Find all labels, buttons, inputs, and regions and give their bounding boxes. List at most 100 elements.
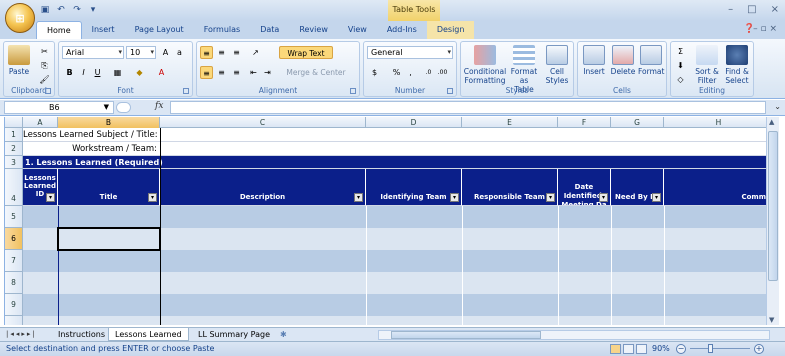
- column-header-e[interactable]: E: [462, 117, 558, 128]
- fill-color-icon[interactable]: ◆: [133, 66, 146, 79]
- zoom-in-icon[interactable]: +: [754, 344, 764, 354]
- zoom-slider-thumb[interactable]: [708, 344, 713, 353]
- find-select-button[interactable]: Find & Select: [723, 45, 751, 85]
- filter-dropdown-icon[interactable]: ▾: [652, 193, 661, 202]
- underline-icon[interactable]: U: [91, 66, 104, 79]
- align-left-icon[interactable]: ≡: [200, 66, 213, 79]
- sheet-tab-instructions[interactable]: Instructions: [52, 328, 111, 341]
- comma-button[interactable]: ,: [404, 66, 417, 79]
- tab-data[interactable]: Data: [250, 21, 289, 39]
- vertical-scroll-thumb[interactable]: [768, 131, 778, 281]
- row-header[interactable]: 5: [5, 206, 23, 228]
- tab-page-layout[interactable]: Page Layout: [125, 21, 194, 39]
- header-date-identified[interactable]: Date Identified/ Meeting Da ▾: [558, 169, 611, 206]
- row-header[interactable]: [5, 316, 23, 325]
- horizontal-scroll-thumb[interactable]: [391, 331, 541, 339]
- delete-cells-button[interactable]: Delete: [610, 45, 636, 76]
- grow-font-icon[interactable]: A: [159, 46, 172, 59]
- close-button[interactable]: ×: [771, 4, 779, 15]
- row-header[interactable]: 1: [5, 128, 23, 142]
- conditional-formatting-button[interactable]: Conditional Formatting: [463, 45, 507, 85]
- filter-dropdown-icon[interactable]: ▾: [46, 193, 55, 202]
- fill-icon[interactable]: ⬇: [674, 59, 687, 72]
- tab-design[interactable]: Design: [426, 21, 475, 39]
- zoom-out-icon[interactable]: −: [676, 344, 686, 354]
- column-header-b[interactable]: B: [58, 117, 160, 128]
- column-header-g[interactable]: G: [611, 117, 664, 128]
- increase-decimal-icon[interactable]: .0: [422, 66, 435, 79]
- font-size-combo[interactable]: 10 ▾: [126, 46, 156, 59]
- column-header-h[interactable]: H: [664, 117, 766, 128]
- formula-input[interactable]: [170, 101, 766, 114]
- merge-center-button[interactable]: Merge & Center: [279, 66, 353, 79]
- minimize-button[interactable]: –: [728, 4, 733, 15]
- header-identifying-team[interactable]: Identifying Team ▾: [366, 169, 462, 206]
- align-middle-icon[interactable]: ≡: [215, 46, 228, 59]
- row-header[interactable]: 2: [5, 142, 23, 156]
- tab-review[interactable]: Review: [289, 21, 338, 39]
- subject-label[interactable]: Lessons Learned Subject / Title:: [23, 128, 160, 142]
- cell-styles-button[interactable]: Cell Styles: [543, 45, 571, 85]
- column-header-d[interactable]: D: [366, 117, 462, 128]
- workstream-label[interactable]: Workstream / Team:: [23, 142, 160, 156]
- section-title[interactable]: 1. Lessons Learned (Required): [23, 156, 766, 169]
- borders-icon[interactable]: ▦: [111, 66, 124, 79]
- header-description[interactable]: Description ▾: [160, 169, 366, 206]
- maximize-button[interactable]: □: [747, 4, 756, 15]
- format-cells-button[interactable]: Format: [638, 45, 664, 76]
- header-comments[interactable]: Comm: [664, 169, 766, 206]
- align-center-icon[interactable]: ≡: [215, 66, 228, 79]
- increase-indent-icon[interactable]: ⇥: [261, 66, 274, 79]
- select-all-corner[interactable]: [5, 117, 23, 128]
- align-right-icon[interactable]: ≡: [230, 66, 243, 79]
- percent-button[interactable]: %: [390, 66, 403, 79]
- zoom-slider[interactable]: [690, 348, 750, 349]
- filter-dropdown-icon[interactable]: ▾: [546, 193, 555, 202]
- copy-icon[interactable]: ⎘: [38, 59, 51, 72]
- column-header-c[interactable]: C: [160, 117, 366, 128]
- header-need-by-date[interactable]: Need By Da ▾: [611, 169, 664, 206]
- filter-dropdown-icon[interactable]: ▾: [148, 193, 157, 202]
- align-bottom-icon[interactable]: ≡: [230, 46, 243, 59]
- autosum-icon[interactable]: Σ: [674, 45, 687, 58]
- scroll-up-icon[interactable]: ▲: [769, 118, 774, 126]
- vertical-scrollbar[interactable]: ▲ ▼: [766, 117, 779, 325]
- tab-formulas[interactable]: Formulas: [194, 21, 251, 39]
- save-icon[interactable]: ▣: [39, 5, 51, 16]
- align-top-icon[interactable]: ≡: [200, 46, 213, 59]
- page-layout-view-icon[interactable]: [623, 344, 634, 354]
- wrap-text-button[interactable]: Wrap Text: [279, 46, 333, 59]
- insert-cells-button[interactable]: Insert: [581, 45, 607, 76]
- name-box[interactable]: B6 ▼: [4, 101, 114, 114]
- scroll-down-icon[interactable]: ▼: [769, 316, 774, 324]
- font-color-icon[interactable]: A: [155, 66, 168, 79]
- number-launcher-icon[interactable]: [447, 88, 453, 94]
- header-title[interactable]: Title ▾: [58, 169, 160, 206]
- sort-filter-button[interactable]: Sort & Filter: [693, 45, 721, 85]
- currency-button[interactable]: $: [368, 66, 381, 79]
- workstream-value-cell[interactable]: [160, 142, 766, 156]
- selected-cell-b6[interactable]: [57, 227, 161, 251]
- expand-formula-bar-icon[interactable]: ⌄: [774, 102, 781, 111]
- insert-sheet-icon[interactable]: ✱: [274, 328, 293, 341]
- alignment-launcher-icon[interactable]: [350, 88, 356, 94]
- filter-dropdown-icon[interactable]: ▾: [450, 193, 459, 202]
- filter-dropdown-icon[interactable]: ▾: [354, 193, 363, 202]
- insert-function-icon[interactable]: fx: [155, 101, 163, 111]
- font-launcher-icon[interactable]: [183, 88, 189, 94]
- tab-view[interactable]: View: [338, 21, 377, 39]
- clipboard-launcher-icon[interactable]: [45, 88, 51, 94]
- header-responsible-team[interactable]: Responsible Team ▾: [462, 169, 558, 206]
- bold-icon[interactable]: B: [63, 66, 76, 79]
- sheet-tab-ll-summary-page[interactable]: LL Summary Page: [192, 328, 276, 341]
- sheet-nav-arrows-icon[interactable]: |◂◂▸▸|: [6, 330, 37, 338]
- subject-value-cell[interactable]: [160, 128, 766, 142]
- page-break-view-icon[interactable]: [636, 344, 647, 354]
- column-header-a[interactable]: A: [23, 117, 58, 128]
- italic-icon[interactable]: I: [77, 66, 90, 79]
- normal-view-icon[interactable]: [610, 344, 621, 354]
- office-button[interactable]: ⊞: [5, 3, 35, 33]
- row-header[interactable]: 7: [5, 250, 23, 272]
- paste-button[interactable]: Paste: [8, 45, 30, 76]
- decrease-decimal-icon[interactable]: .00: [436, 66, 449, 79]
